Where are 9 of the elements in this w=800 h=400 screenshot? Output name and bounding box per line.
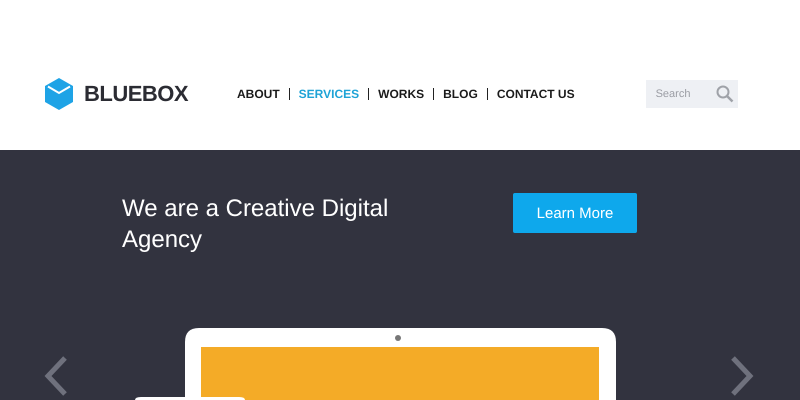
nav-link[interactable]: ABOUT [237, 88, 289, 100]
nav-link[interactable]: BLOG [433, 88, 487, 100]
search-field[interactable]: Search [646, 80, 738, 108]
logo-text: BLUEBOX [84, 81, 188, 107]
hero-headline: We are a Creative Digital Agency [122, 194, 390, 255]
search-icon [716, 85, 734, 103]
nav-link[interactable]: CONTACT US [486, 88, 584, 100]
nav-link[interactable]: WORKS [368, 88, 434, 100]
cube-icon [44, 77, 74, 111]
